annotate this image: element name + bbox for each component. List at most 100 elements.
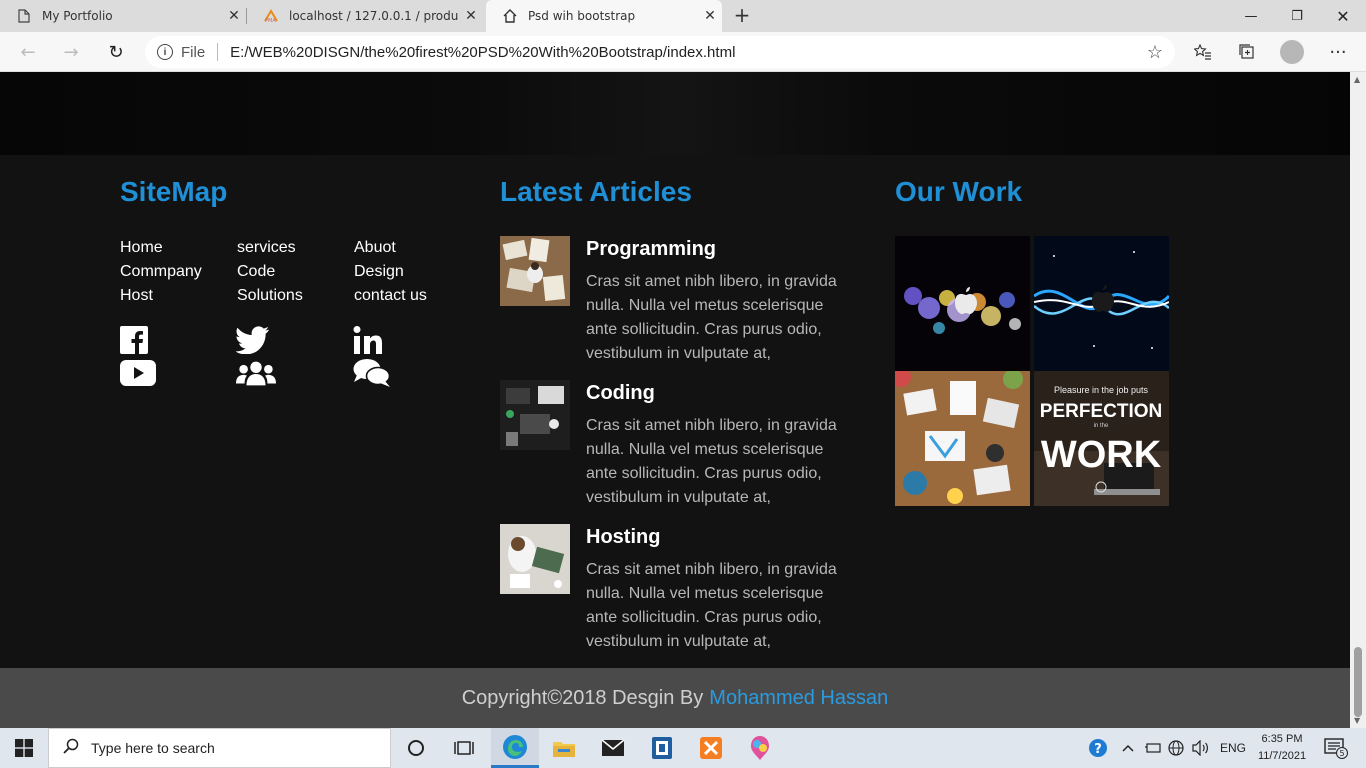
work-image-bokeh-apple[interactable] bbox=[895, 236, 1030, 371]
tab-my-portfolio[interactable]: My Portfolio ✕ bbox=[0, 0, 246, 32]
paint-3d-icon[interactable] bbox=[736, 728, 784, 768]
address-bar[interactable]: i File E:/WEB%20DISGN/the%20firest%20PSD… bbox=[145, 36, 1175, 68]
author-link[interactable]: Mohammed Hassan bbox=[709, 687, 888, 710]
refresh-button[interactable]: ↻ bbox=[102, 38, 130, 66]
scrollbar-thumb[interactable] bbox=[1354, 647, 1362, 717]
system-clock[interactable]: 6:35 PM 11/7/2021 bbox=[1252, 731, 1312, 765]
svg-text:PMA: PMA bbox=[265, 18, 276, 23]
sitemap-link-design[interactable]: Design bbox=[354, 262, 471, 282]
linkedin-icon[interactable] bbox=[353, 324, 393, 356]
comments-icon[interactable] bbox=[353, 357, 393, 389]
articles-title: Latest Articles bbox=[500, 176, 692, 207]
copyright-bar: Copyright©2018 Desgin By Mohammed Hassan bbox=[0, 668, 1350, 728]
svg-text:?: ? bbox=[1094, 742, 1102, 757]
article-title[interactable]: Hosting bbox=[586, 526, 660, 549]
sitemap-links: Home services Abuot Commpany Code Design… bbox=[120, 238, 471, 306]
new-tab-button[interactable]: + bbox=[730, 4, 754, 28]
sitemap-link-contact[interactable]: contact us bbox=[354, 286, 471, 306]
network-globe-icon[interactable] bbox=[1168, 728, 1184, 768]
page-icon bbox=[16, 8, 32, 24]
article-title[interactable]: Coding bbox=[586, 382, 655, 405]
clock-time: 6:35 PM bbox=[1261, 733, 1303, 745]
favorite-star-icon[interactable]: ☆ bbox=[1147, 42, 1163, 63]
hosting-thumbnail-image[interactable] bbox=[500, 524, 570, 594]
sitemap-link-code[interactable]: Code bbox=[237, 262, 354, 282]
windows-start-icon[interactable] bbox=[0, 728, 48, 768]
poster-line-4: WORK bbox=[1041, 434, 1162, 476]
forward-button[interactable]: → bbox=[57, 38, 85, 66]
youtube-icon[interactable] bbox=[120, 357, 160, 389]
sitemap-link-home[interactable]: Home bbox=[120, 238, 237, 258]
clock-date: 11/7/2021 bbox=[1257, 750, 1307, 762]
restore-button[interactable]: ❐ bbox=[1274, 0, 1320, 32]
close-icon[interactable]: ✕ bbox=[459, 8, 483, 24]
coding-thumbnail-image[interactable] bbox=[500, 380, 570, 450]
close-icon[interactable]: ✕ bbox=[222, 8, 246, 24]
address-toolbar: ← → ↻ i File E:/WEB%20DISGN/the%20firest… bbox=[0, 32, 1366, 72]
hero-background-strip bbox=[0, 72, 1350, 155]
minimize-button[interactable]: — bbox=[1228, 0, 1274, 32]
scroll-down-arrow-icon[interactable]: ▼ bbox=[1354, 716, 1360, 725]
close-icon[interactable]: ✕ bbox=[698, 8, 722, 24]
users-icon[interactable] bbox=[236, 357, 276, 389]
task-view-icon[interactable] bbox=[440, 728, 488, 768]
poster-line-1: Pleasure in the job puts bbox=[1054, 385, 1149, 395]
work-image-team-desk[interactable] bbox=[895, 371, 1030, 506]
back-button[interactable]: ← bbox=[14, 38, 42, 66]
search-icon bbox=[63, 738, 79, 758]
tab-psd-bootstrap[interactable]: Psd wih bootstrap ✕ bbox=[486, 0, 722, 32]
sitemap-link-company[interactable]: Commpany bbox=[120, 262, 237, 282]
home-icon bbox=[502, 8, 518, 24]
tab-phpmyadmin[interactable]: PMA localhost / 127.0.0.1 / product | p … bbox=[247, 0, 483, 32]
sitemap-link-solutions[interactable]: Solutions bbox=[237, 286, 354, 306]
article-excerpt: Cras sit amet nibh libero, in gravida nu… bbox=[586, 561, 837, 650]
profile-avatar-icon[interactable] bbox=[1280, 40, 1304, 64]
poster-line-3: in the bbox=[1094, 423, 1109, 429]
close-window-button[interactable]: ✕ bbox=[1320, 0, 1366, 32]
edge-browser-icon[interactable] bbox=[491, 728, 539, 768]
url-text[interactable]: E:/WEB%20DISGN/the%20firest%20PSD%20With… bbox=[230, 44, 735, 61]
notification-count: 5 bbox=[1339, 749, 1344, 758]
file-explorer-icon[interactable] bbox=[540, 728, 588, 768]
sitemap-link-services[interactable]: services bbox=[237, 238, 354, 258]
work-image-perfection-poster[interactable]: Pleasure in the job puts PERFECTION in t… bbox=[1034, 371, 1169, 506]
show-hidden-icons-chevron-icon[interactable] bbox=[1122, 728, 1134, 768]
favorites-icon[interactable] bbox=[1189, 38, 1217, 66]
notification-center-icon[interactable]: 5 bbox=[1324, 728, 1348, 768]
help-icon[interactable]: ? bbox=[1088, 728, 1108, 768]
sitemap-link-about[interactable]: Abuot bbox=[354, 238, 471, 258]
cortana-icon[interactable] bbox=[392, 728, 440, 768]
divider bbox=[217, 43, 219, 61]
tab-title: My Portfolio bbox=[42, 9, 113, 23]
sitemap-link-host[interactable]: Host bbox=[120, 286, 237, 306]
phpmyadmin-icon: PMA bbox=[263, 8, 279, 24]
tab-title: localhost / 127.0.0.1 / product | p bbox=[289, 9, 459, 23]
volume-icon[interactable] bbox=[1192, 728, 1210, 768]
collections-icon[interactable] bbox=[1233, 38, 1261, 66]
browser-tab-strip: My Portfolio ✕ PMA localhost / 127.0.0.1… bbox=[0, 0, 1366, 32]
poster-line-2: PERFECTION bbox=[1040, 401, 1162, 422]
page-viewport: SiteMap Latest Articles Our Work Home se… bbox=[0, 72, 1350, 728]
more-options-icon[interactable]: ··· bbox=[1324, 38, 1352, 66]
tab-title: Psd wih bootstrap bbox=[528, 9, 636, 23]
code-editor-icon[interactable] bbox=[638, 728, 686, 768]
windows-taskbar: Type here to search ? ENG 6:35 PM 11/7/2… bbox=[0, 728, 1366, 768]
work-title: Our Work bbox=[895, 176, 1023, 207]
info-icon[interactable]: i bbox=[157, 44, 173, 60]
xampp-icon[interactable] bbox=[687, 728, 735, 768]
scroll-up-arrow-icon[interactable]: ▲ bbox=[1354, 75, 1360, 84]
work-image-blue-waves-apple[interactable] bbox=[1034, 236, 1169, 371]
article-excerpt: Cras sit amet nibh libero, in gravida nu… bbox=[586, 273, 837, 362]
article-excerpt: Cras sit amet nibh libero, in gravida nu… bbox=[586, 417, 837, 506]
copyright-text: Copyright©2018 Desgin By bbox=[461, 686, 704, 709]
language-indicator[interactable]: ENG bbox=[1220, 728, 1246, 768]
article-title[interactable]: Programming bbox=[586, 238, 716, 261]
programming-thumbnail-image[interactable] bbox=[500, 236, 570, 306]
page-scrollbar[interactable]: ▲ ▼ bbox=[1350, 72, 1366, 728]
twitter-icon[interactable] bbox=[236, 324, 276, 356]
battery-plug-icon[interactable] bbox=[1144, 728, 1162, 768]
facebook-icon[interactable] bbox=[120, 324, 160, 356]
mail-icon[interactable] bbox=[589, 728, 637, 768]
taskbar-search-box[interactable]: Type here to search bbox=[48, 728, 391, 768]
search-placeholder: Type here to search bbox=[91, 740, 215, 756]
